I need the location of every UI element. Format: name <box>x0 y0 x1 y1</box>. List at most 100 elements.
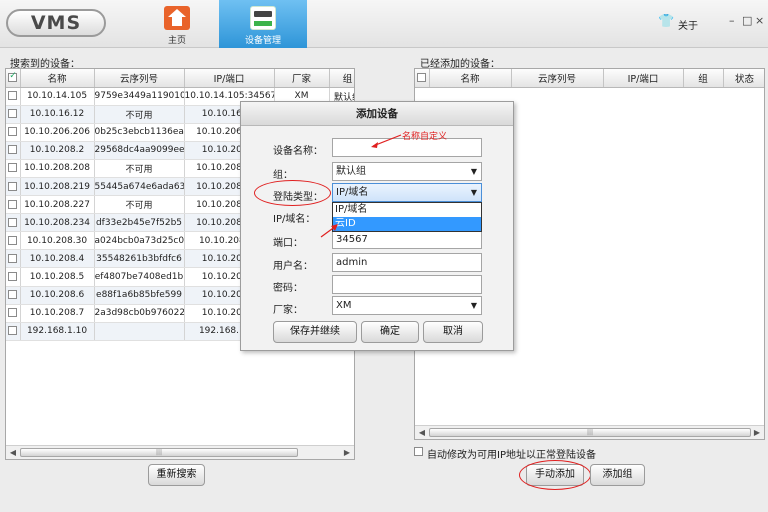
scroll-left-arrow-icon[interactable]: ◀ <box>7 447 19 459</box>
tab-device-management-label: 设备管理 <box>244 36 281 46</box>
row-checkbox[interactable] <box>6 87 21 106</box>
close-button[interactable]: × <box>755 14 764 27</box>
row-checkbox[interactable] <box>6 195 21 215</box>
row-checkbox[interactable] <box>6 123 21 142</box>
added-column-header-cloud-id[interactable]: 云序列号 <box>511 69 604 88</box>
cell-name: 10.10.208.4 <box>20 249 95 269</box>
cell-name: 10.10.208.219 <box>20 177 95 197</box>
cell-cloud-id: 35548261b3bfdfc6 <box>94 249 185 269</box>
column-header-cloud-id[interactable]: 云序列号 <box>94 69 185 88</box>
cell-name: 10.10.208.5 <box>20 267 95 287</box>
cell-cloud-id: 不可用 <box>94 159 185 178</box>
cell-name: 10.10.208.227 <box>20 195 95 215</box>
tab-device-management[interactable]: 设备管理 <box>219 0 307 48</box>
add-group-button[interactable]: 添加组 <box>590 464 645 486</box>
select-all-checkbox[interactable] <box>6 69 21 88</box>
row-checkbox[interactable] <box>6 286 21 305</box>
added-column-header-ip-port[interactable]: IP/端口 <box>603 69 684 88</box>
cell-name: 10.10.208.2 <box>20 141 95 160</box>
cancel-button[interactable]: 取消 <box>423 321 483 343</box>
cell-cloud-id: 55445a674e6ada63 <box>94 177 185 197</box>
skin-shirt-icon[interactable]: 👕 <box>658 14 674 29</box>
added-column-header-name[interactable]: 名称 <box>429 69 512 88</box>
app-logo: VMS <box>6 9 106 37</box>
group-select[interactable]: 默认组 ▼ <box>332 162 482 181</box>
cell-name: 10.10.208.208 <box>20 159 95 178</box>
column-header-ip-port[interactable]: IP/端口 <box>184 69 275 88</box>
row-checkbox[interactable] <box>6 159 21 178</box>
group-label: 组： <box>273 170 293 181</box>
maximize-button[interactable]: □ <box>742 14 752 27</box>
cell-cloud-id: 0b25c3ebcb1136ea <box>94 123 185 142</box>
top-bar: VMS 主页 设备管理 👕 关于 – □ × <box>0 0 768 48</box>
right-horizontal-scrollbar[interactable]: ◀ ||| ▶ <box>415 425 764 439</box>
scroll-right-arrow-icon[interactable]: ▶ <box>341 447 353 459</box>
auto-fix-ip-checkbox[interactable] <box>414 446 423 457</box>
cell-name: 10.10.14.105 <box>20 87 95 106</box>
row-checkbox[interactable] <box>6 322 21 341</box>
ok-button[interactable]: 确定 <box>361 321 419 343</box>
save-and-continue-button[interactable]: 保存并继续 <box>273 321 357 343</box>
group-select-value: 默认组 <box>336 166 366 177</box>
home-icon <box>164 6 190 30</box>
ip-domain-label: IP/域名： <box>273 214 316 225</box>
right-scrollbar-thumb[interactable]: ||| <box>429 428 751 437</box>
row-checkbox[interactable] <box>6 267 21 287</box>
column-header-group[interactable]: 组 <box>329 69 354 88</box>
left-horizontal-scrollbar[interactable]: ◀ ||| ▶ <box>6 445 354 459</box>
login-type-select[interactable]: IP/域名 ▼ <box>332 183 482 202</box>
login-type-highlight-circle <box>254 180 331 206</box>
password-input[interactable] <box>332 275 482 294</box>
dialog-title: 添加设备 <box>241 102 513 126</box>
cell-name: 10.10.208.7 <box>20 304 95 323</box>
column-header-name[interactable]: 名称 <box>20 69 95 88</box>
cell-cloud-id: 不可用 <box>94 105 185 124</box>
device-name-label: 设备名称： <box>273 146 323 157</box>
port-label: 端口： <box>273 238 303 249</box>
column-header-vendor[interactable]: 厂家 <box>274 69 330 88</box>
minimize-button[interactable]: – <box>729 14 735 27</box>
username-label: 用户名： <box>273 261 313 272</box>
row-checkbox[interactable] <box>6 304 21 323</box>
cell-cloud-id: 29568dc4aa9099ee <box>94 141 185 160</box>
cell-name: 10.10.208.6 <box>20 286 95 305</box>
right-scroll-left-arrow-icon[interactable]: ◀ <box>416 427 428 439</box>
manual-add-highlight-circle <box>519 460 591 490</box>
tab-home[interactable]: 主页 <box>147 0 207 48</box>
added-column-header-status[interactable]: 状态 <box>723 69 764 88</box>
cell-name: 192.168.1.10 <box>20 322 95 341</box>
right-scroll-right-arrow-icon[interactable]: ▶ <box>751 427 763 439</box>
custom-name-annotation: 名称自定义 <box>402 132 448 142</box>
row-checkbox[interactable] <box>6 105 21 124</box>
device-management-icon <box>250 6 276 30</box>
about-link[interactable]: 关于 <box>678 17 698 32</box>
chevron-down-icon: ▼ <box>470 301 477 310</box>
login-option-ip-domain[interactable]: IP/域名 <box>333 203 481 217</box>
cell-cloud-id: 不可用 <box>94 195 185 215</box>
cell-name: 10.10.206.206 <box>20 123 95 142</box>
cell-cloud-id <box>94 322 185 341</box>
vendor-label: 厂家： <box>273 305 303 316</box>
login-type-select-value: IP/域名 <box>336 187 369 198</box>
row-checkbox[interactable] <box>6 141 21 160</box>
cell-cloud-id: 2a3d98cb0b976022 <box>94 304 185 323</box>
row-checkbox[interactable] <box>6 249 21 269</box>
vendor-select[interactable]: XM ▼ <box>332 296 482 315</box>
chevron-down-icon: ▼ <box>470 188 477 197</box>
username-input[interactable]: admin <box>332 253 482 272</box>
cell-cloud-id: e88f1a6b85bfe599 <box>94 286 185 305</box>
cell-cloud-id: df33e2b45e7f52b5 <box>94 213 185 233</box>
row-checkbox[interactable] <box>6 213 21 233</box>
cell-cloud-id: a024bcb0a73d25c0 <box>94 231 185 251</box>
row-checkbox[interactable] <box>6 231 21 251</box>
added-table: 名称 云序列号 IP/端口 组 状态 <box>415 69 764 88</box>
cell-name: 10.10.16.12 <box>20 105 95 124</box>
port-input[interactable]: 34567 <box>332 230 482 249</box>
login-option-cloud-id[interactable]: 云ID <box>333 217 481 231</box>
added-column-header-group[interactable]: 组 <box>683 69 724 88</box>
row-checkbox[interactable] <box>6 177 21 197</box>
scrollbar-thumb[interactable]: ||| <box>20 448 298 457</box>
added-select-all-checkbox[interactable] <box>415 69 430 88</box>
research-button[interactable]: 重新搜索 <box>148 464 205 486</box>
password-label: 密码： <box>273 283 303 294</box>
